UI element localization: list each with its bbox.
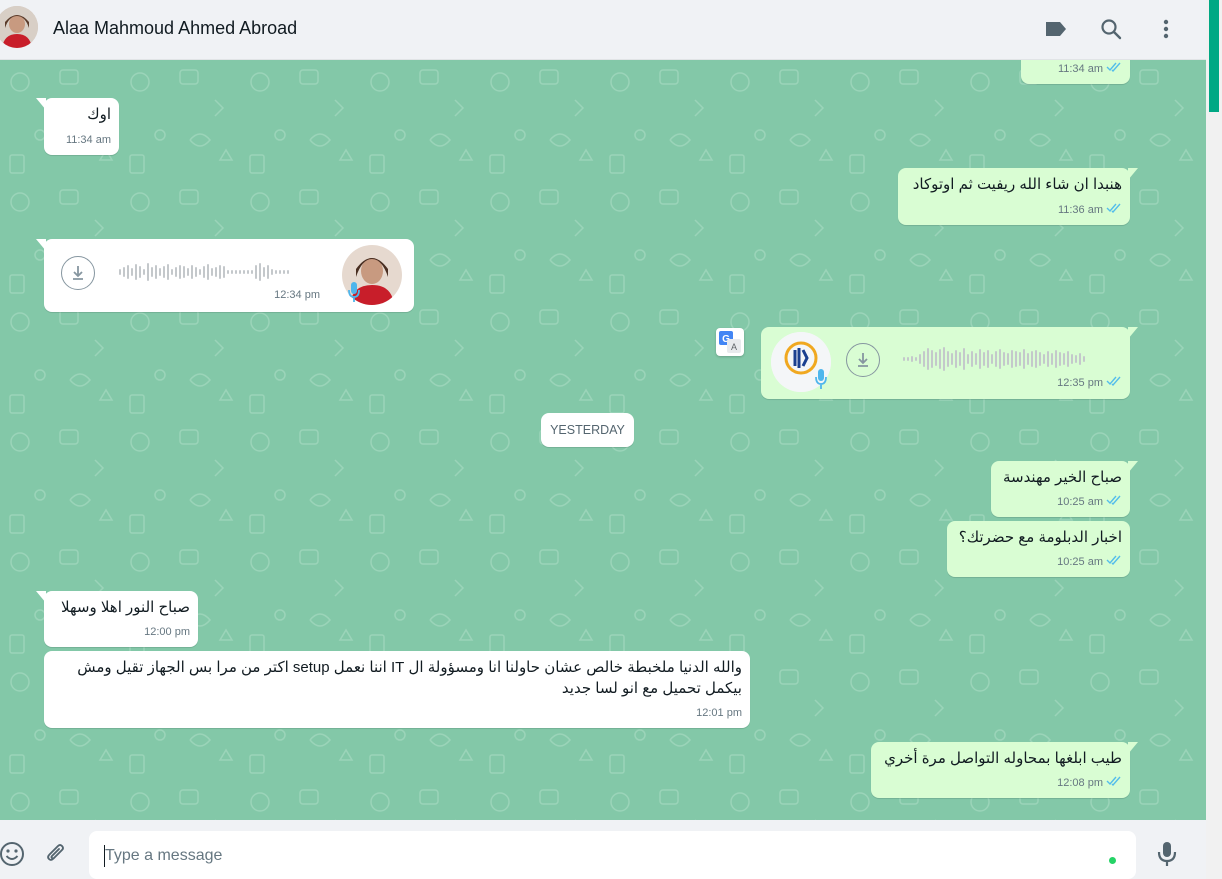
message-meta: 11:34 am: [66, 130, 111, 151]
message-input-box[interactable]: [89, 831, 1136, 879]
contact-name[interactable]: Alaa Mahmoud Ahmed Abroad: [53, 18, 297, 39]
voice-message-incoming[interactable]: 12:34 pm: [36, 239, 414, 312]
bubble-tail: [1128, 461, 1138, 473]
message-bubble-incoming[interactable]: اوك 11:34 am: [36, 98, 119, 155]
message-meta: 12:08 pm: [1057, 773, 1122, 794]
bubble-tail: [1128, 742, 1138, 754]
message-meta: 12:00 pm: [144, 622, 190, 643]
read-ticks-icon: [1106, 492, 1122, 513]
label-icon[interactable]: [1043, 16, 1069, 42]
download-button[interactable]: [61, 256, 95, 290]
message-text: اوك: [87, 106, 111, 123]
mic-badge-icon: [814, 368, 828, 390]
chat-area[interactable]: 11:34 am اوك 11:34 am هنبدا ان شاء الله …: [0, 60, 1206, 820]
mic-badge-icon: [347, 281, 361, 303]
read-ticks-icon: [1106, 373, 1122, 394]
page-scrollbar[interactable]: [1206, 0, 1222, 879]
message-bubble-incoming[interactable]: صباح النور اهلا وسهلا 12:00 pm: [36, 591, 198, 647]
message-input[interactable]: [105, 843, 1095, 869]
voice-waveform[interactable]: [119, 259, 289, 285]
message-meta: 10:25 am: [1057, 492, 1122, 513]
mic-icon[interactable]: [1153, 840, 1181, 868]
bubble-tail: [36, 591, 46, 603]
message-meta: 12:35 pm: [1057, 373, 1122, 394]
search-icon[interactable]: [1098, 16, 1124, 42]
message-meta: 11:36 am: [1058, 200, 1122, 221]
bubble-tail: [1128, 327, 1138, 339]
message-bubble-outgoing[interactable]: 11:34 am: [1021, 60, 1130, 84]
message-text: اخبار الدبلومة مع حضرتك؟: [958, 529, 1122, 546]
message-bubble-outgoing[interactable]: هنبدا ان شاء الله ريفيت ثم اوتوكاد 11:36…: [898, 168, 1138, 225]
message-bubble-outgoing[interactable]: صباح الخير مهندسة 10:25 am: [991, 461, 1138, 517]
download-button[interactable]: [846, 343, 880, 377]
message-time: 12:34 pm: [274, 289, 320, 301]
download-icon: [858, 353, 868, 367]
message-time: 11:34 am: [1057, 63, 1103, 75]
attach-icon[interactable]: [42, 840, 70, 868]
chat-header: Alaa Mahmoud Ahmed Abroad: [0, 0, 1206, 60]
message-meta: 10:25 am: [1057, 552, 1122, 573]
bubble-tail: [36, 98, 46, 110]
message-bubble-outgoing[interactable]: طيب ابلغها بمحاوله التواصل مرة أخري 12:0…: [871, 742, 1138, 798]
message-text: والله الدنيا ملخبطة خالص عشان حاولنا انا…: [73, 659, 742, 697]
contact-avatar[interactable]: [0, 6, 38, 48]
message-time: 12:35 pm: [1057, 377, 1103, 389]
message-composer: [0, 820, 1206, 879]
message-meta: 12:01 pm: [696, 703, 742, 724]
message-time: 11:36 am: [1057, 204, 1103, 216]
bubble-tail: [36, 239, 46, 251]
translate-icon[interactable]: G A: [716, 328, 744, 356]
message-time: 11:34 am: [65, 134, 111, 146]
message-text: هنبدا ان شاء الله ريفيت ثم اوتوكاد: [912, 176, 1122, 193]
message-text: صباح الخير مهندسة: [1002, 469, 1122, 486]
status-dot-icon: [1109, 857, 1116, 864]
read-ticks-icon: [1106, 552, 1122, 573]
message-meta: 12:34 pm: [274, 285, 320, 306]
message-bubble-incoming[interactable]: والله الدنيا ملخبطة خالص عشان حاولنا انا…: [44, 651, 750, 728]
menu-icon[interactable]: [1153, 16, 1179, 42]
message-bubble-outgoing[interactable]: اخبار الدبلومة مع حضرتك؟ 10:25 am: [947, 521, 1130, 577]
download-icon: [73, 266, 83, 280]
voice-waveform[interactable]: [903, 346, 1085, 372]
message-time: 10:25 am: [1057, 556, 1103, 568]
emoji-icon[interactable]: [0, 840, 26, 868]
read-ticks-icon: [1106, 200, 1122, 221]
read-ticks-icon: [1106, 773, 1122, 794]
message-text: صباح النور اهلا وسهلا: [61, 599, 190, 616]
read-ticks-icon: [1106, 60, 1122, 80]
date-divider: YESTERDAY: [541, 413, 634, 447]
voice-message-outgoing[interactable]: 12:35 pm: [761, 327, 1138, 399]
svg-text:A: A: [731, 342, 737, 352]
bubble-tail: [1128, 168, 1138, 180]
message-time: 10:25 am: [1057, 496, 1103, 508]
message-text: طيب ابلغها بمحاوله التواصل مرة أخري: [884, 750, 1122, 767]
message-time: 12:08 pm: [1057, 777, 1103, 789]
message-meta: 11:34 am: [1058, 60, 1122, 80]
message-time: 12:01 pm: [696, 707, 742, 719]
scrollbar-thumb[interactable]: [1209, 0, 1219, 112]
message-time: 12:00 pm: [144, 626, 190, 638]
